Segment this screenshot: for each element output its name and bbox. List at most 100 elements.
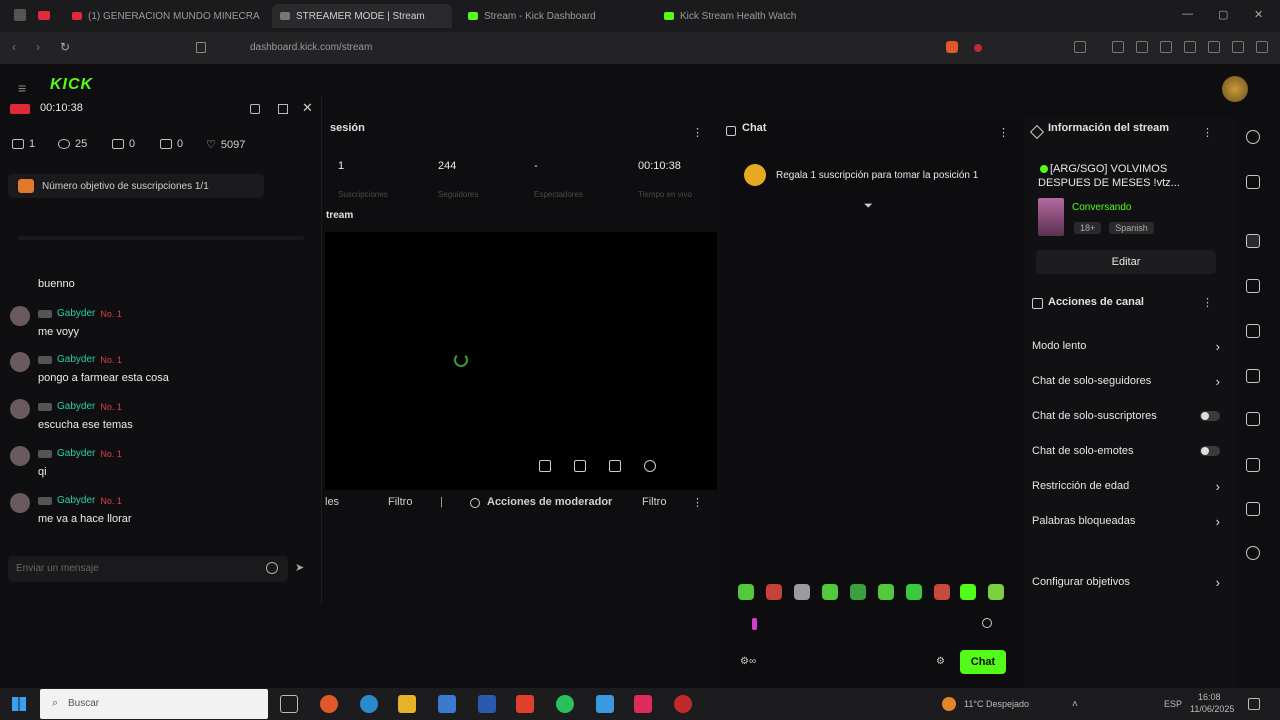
- expand-icon[interactable]: [278, 104, 288, 114]
- list-icon[interactable]: [1246, 458, 1260, 472]
- popout-icon[interactable]: [539, 460, 551, 472]
- clock-time[interactable]: 16:08: [1198, 692, 1221, 702]
- tab-kick-health[interactable]: Kick Stream Health Watch: [656, 4, 866, 28]
- emoji-icon[interactable]: [982, 618, 992, 628]
- wrench-icon[interactable]: [1246, 502, 1260, 516]
- notifications-icon[interactable]: [1248, 698, 1260, 710]
- username[interactable]: Gabyder: [57, 495, 95, 506]
- outlook-icon[interactable]: [478, 695, 496, 713]
- url-field[interactable]: dashboard.kick.com/stream: [240, 39, 930, 57]
- profile-icon[interactable]: [1232, 41, 1244, 53]
- whatsapp-icon[interactable]: [556, 695, 574, 713]
- emoji-icon[interactable]: [266, 562, 278, 574]
- action-followers-only[interactable]: Chat de solo-seguidores ›: [1032, 371, 1220, 391]
- fullscreen-icon[interactable]: [609, 460, 621, 472]
- theater-icon[interactable]: [574, 460, 586, 472]
- action-configure-goals[interactable]: Configurar objetivos ›: [1032, 572, 1220, 592]
- back-icon[interactable]: ‹: [12, 40, 16, 54]
- task-view-icon[interactable]: [280, 695, 298, 713]
- action-emotes-only[interactable]: Chat de solo-emotes: [1032, 441, 1220, 461]
- send-chat-button[interactable]: Chat: [960, 650, 1006, 674]
- emote-icon[interactable]: [794, 584, 810, 600]
- tab-streamer-mode[interactable]: STREAMER MODE | Stream: [272, 4, 452, 28]
- username[interactable]: Gabyder: [57, 354, 95, 365]
- tabs-icon[interactable]: [1184, 41, 1196, 53]
- emotes-only-toggle[interactable]: [1200, 446, 1220, 456]
- username[interactable]: Gabyder: [57, 308, 95, 319]
- chat-menu-icon[interactable]: ⋮: [998, 126, 1009, 139]
- obs-icon[interactable]: [674, 695, 692, 713]
- forward-icon[interactable]: ›: [36, 40, 40, 54]
- close-window-icon[interactable]: ✕: [1254, 8, 1263, 21]
- emote-icon[interactable]: [766, 584, 782, 600]
- tab-filter-2[interactable]: Filtro: [642, 496, 666, 508]
- reload-icon[interactable]: ↻: [60, 40, 70, 54]
- folder-icon[interactable]: [398, 695, 416, 713]
- category-label[interactable]: Conversando: [1072, 202, 1131, 213]
- download-icon[interactable]: [1112, 41, 1124, 53]
- clips-icon[interactable]: [1246, 324, 1260, 338]
- filter-icon[interactable]: ⏷: [864, 200, 873, 213]
- tab-requests[interactable]: les: [325, 496, 339, 508]
- tab-kick-dashboard[interactable]: Stream - Kick Dashboard: [460, 4, 640, 28]
- emote-icon[interactable]: [822, 584, 838, 600]
- language-indicator[interactable]: ESP: [1164, 699, 1182, 709]
- tab-youtube[interactable]: (1) GENERACION MUNDO MINECRAFT V: [64, 4, 260, 28]
- sidebar-icon[interactable]: [1074, 41, 1086, 53]
- tab-mod-actions[interactable]: Acciones de moderador: [487, 496, 612, 508]
- emote-icon[interactable]: [878, 584, 894, 600]
- brave-icon[interactable]: [516, 695, 534, 713]
- tab-filter[interactable]: Filtro: [388, 496, 412, 508]
- tiktok-icon[interactable]: [634, 695, 652, 713]
- wallet-icon[interactable]: [1160, 41, 1172, 53]
- firefox-icon[interactable]: [320, 695, 338, 713]
- settings-icon[interactable]: ⚙∞: [740, 656, 756, 667]
- lightning-icon[interactable]: [1246, 279, 1260, 293]
- action-subscribers-only[interactable]: Chat de solo-suscriptores: [1032, 406, 1220, 426]
- analytics-icon[interactable]: [1246, 412, 1260, 426]
- subscribers-only-toggle[interactable]: [1200, 411, 1220, 421]
- edit-icon[interactable]: [1246, 175, 1260, 189]
- emote-icon[interactable]: [934, 584, 950, 600]
- avatar[interactable]: [1222, 76, 1248, 102]
- emote-icon[interactable]: [988, 584, 1004, 600]
- action-slow-mode[interactable]: Modo lento ›: [1032, 336, 1220, 356]
- tabs-menu-icon[interactable]: ⋮: [692, 496, 703, 509]
- action-age-restriction[interactable]: Restricción de edad ›: [1032, 476, 1220, 496]
- bookmark-icon[interactable]: [196, 42, 206, 53]
- hamburger-icon[interactable]: ≡: [18, 80, 26, 96]
- info-menu-icon[interactable]: ⋮: [1202, 126, 1213, 139]
- browser-menu-icon[interactable]: [14, 9, 26, 21]
- close-icon[interactable]: ✕: [302, 100, 313, 116]
- app-icon[interactable]: [596, 695, 614, 713]
- emote-icon[interactable]: [906, 584, 922, 600]
- taskbar-search[interactable]: Buscar: [40, 689, 268, 719]
- actions-menu-icon[interactable]: ⋮: [1202, 296, 1213, 309]
- edit-button[interactable]: Editar: [1036, 250, 1216, 274]
- minimize-icon[interactable]: —: [1182, 8, 1193, 20]
- clock-date[interactable]: 11/06/2025: [1190, 704, 1234, 714]
- share-icon[interactable]: [1246, 546, 1260, 560]
- emote-icon[interactable]: [738, 584, 754, 600]
- kick-logo[interactable]: KICK: [50, 76, 93, 94]
- stream-preview[interactable]: [325, 232, 717, 490]
- popout-icon[interactable]: [250, 104, 260, 114]
- stream-icon[interactable]: [1246, 234, 1260, 248]
- edge-icon[interactable]: [360, 695, 378, 713]
- chat-input[interactable]: Enviar un mensaje: [8, 556, 288, 582]
- home-icon[interactable]: [1246, 130, 1260, 144]
- vpn-icon[interactable]: [1208, 41, 1220, 53]
- chat-bubble-icon[interactable]: [1246, 369, 1260, 383]
- chat-settings-gear-icon[interactable]: ⚙: [936, 656, 945, 667]
- extensions-icon[interactable]: [1136, 41, 1148, 53]
- maximize-icon[interactable]: ▢: [1218, 8, 1228, 21]
- username[interactable]: Gabyder: [57, 448, 95, 459]
- send-icon[interactable]: ➤: [295, 561, 304, 574]
- menu-icon[interactable]: [1256, 41, 1268, 53]
- session-menu-icon[interactable]: ⋮: [692, 126, 703, 139]
- tray-arrow-icon[interactable]: ˄: [1072, 699, 1078, 710]
- action-blocked-words[interactable]: Palabras bloqueadas ›: [1032, 511, 1220, 531]
- emote-icon[interactable]: [850, 584, 866, 600]
- brave-shield-icon[interactable]: [946, 41, 958, 53]
- store-icon[interactable]: [438, 695, 456, 713]
